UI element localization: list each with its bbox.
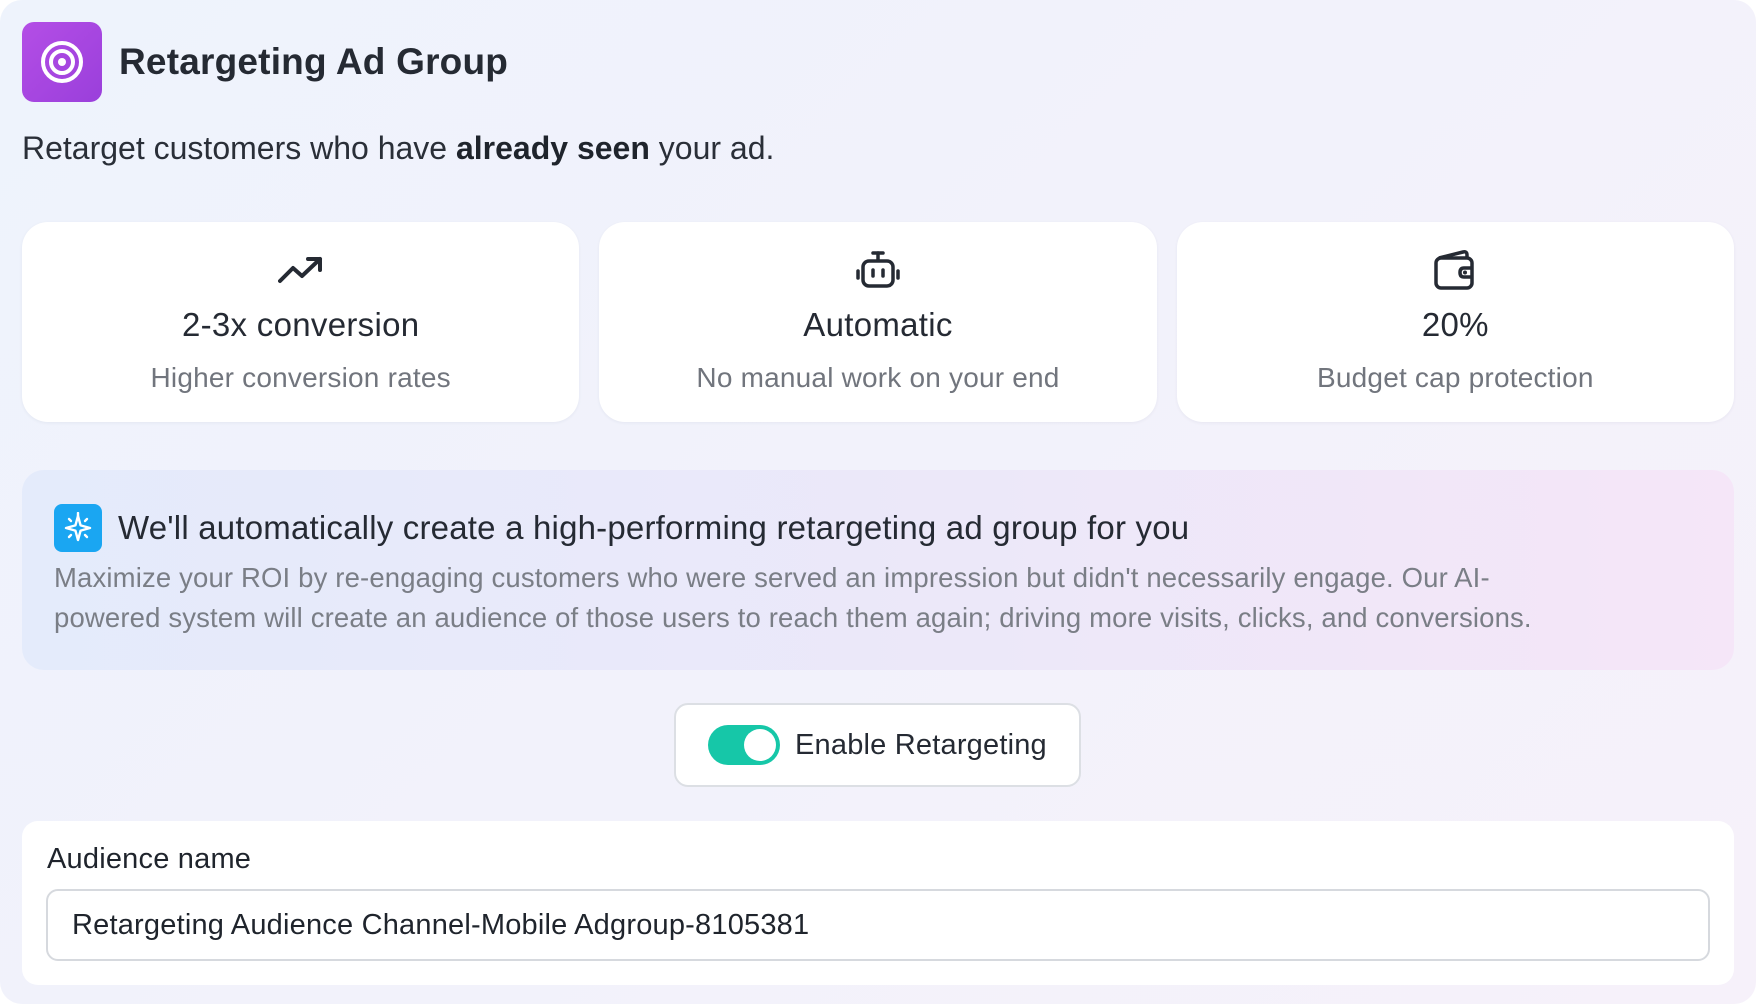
subtitle-emphasis: already seen	[455, 130, 650, 166]
sparkle-icon	[54, 504, 102, 552]
trending-up-icon	[277, 248, 324, 292]
feature-description: Budget cap protection	[1317, 362, 1594, 393]
info-header: We'll automatically create a high-perfor…	[54, 504, 1189, 552]
page-title: Retargeting Ad Group	[119, 41, 509, 82]
feature-description: No manual work on your end	[696, 362, 1060, 393]
subtitle-text-end: your ad.	[649, 130, 775, 166]
info-description-line: powered system will create an audience o…	[54, 602, 1532, 633]
toggle-knob	[744, 729, 776, 761]
page-subtitle: Retarget customers who have already seen…	[22, 130, 774, 167]
enable-retargeting-toggle[interactable]: Enable Retargeting	[674, 703, 1081, 787]
feature-value: Automatic	[803, 306, 953, 343]
feature-description: Higher conversion rates	[150, 362, 451, 393]
info-banner: We'll automatically create a high-perfor…	[22, 470, 1734, 670]
retargeting-panel: Retargeting Ad Group Retarget customers …	[0, 0, 1756, 1004]
toggle-switch[interactable]	[708, 725, 780, 765]
target-icon	[22, 22, 102, 102]
audience-name-input[interactable]	[46, 889, 1710, 961]
info-description: Maximize your ROI by re-engaging custome…	[54, 558, 1714, 638]
audience-name-label: Audience name	[47, 843, 252, 875]
feature-card-conversion: 2-3x conversion Higher conversion rates	[22, 222, 580, 422]
feature-cards: 2-3x conversion Higher conversion rates …	[22, 222, 1734, 422]
feature-value: 2-3x conversion	[181, 306, 420, 343]
subtitle-text-start: Retarget customers who have	[22, 130, 456, 166]
feature-card-automatic: Automatic No manual work on your end	[599, 222, 1157, 422]
info-title: We'll automatically create a high-perfor…	[118, 509, 1190, 546]
robot-icon	[856, 248, 900, 292]
toggle-label: Enable Retargeting	[795, 728, 1047, 761]
header: Retargeting Ad Group	[22, 22, 508, 102]
audience-form: Audience name	[22, 821, 1734, 985]
info-description-line: Maximize your ROI by re-engaging custome…	[54, 562, 1490, 593]
wallet-icon	[1433, 248, 1477, 292]
feature-value: 20%	[1421, 306, 1489, 343]
feature-card-budget: 20% Budget cap protection	[1176, 222, 1734, 422]
